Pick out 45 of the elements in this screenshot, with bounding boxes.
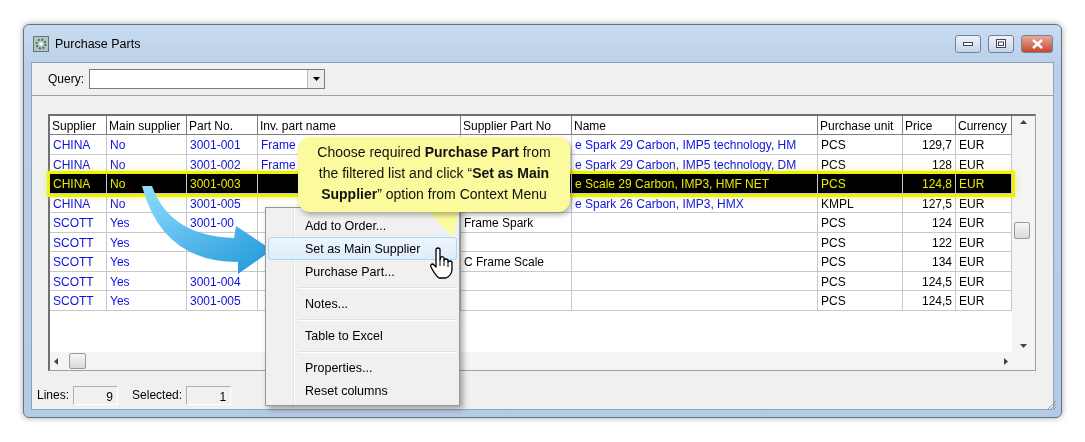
instruction-tooltip: Choose required Purchase Part from the filtered list and click “Set as Main Supplier” option from Context Menu	[298, 137, 570, 212]
table-cell: Yes	[107, 252, 187, 272]
table-cell: 3001-005	[187, 291, 258, 311]
table-cell: 124,5	[903, 271, 956, 291]
table-cell: Frame Spark	[461, 213, 572, 233]
table-cell: PCS	[818, 174, 903, 194]
table-cell: PCS	[818, 291, 903, 311]
lines-count: 9	[73, 385, 119, 405]
table-cell: 124,5	[903, 291, 956, 311]
table-cell: PCS	[818, 271, 903, 291]
table-cell: Yes	[107, 291, 187, 311]
table-cell: 3001-005	[187, 193, 258, 213]
table-cell: e Scale 29 Carbon, IMP3, HMF NET	[572, 174, 818, 194]
selected-label: Selected:	[132, 388, 183, 402]
window-title: Purchase Parts	[55, 36, 142, 51]
table-cell: SCOTT	[50, 232, 107, 252]
table-cell: 3001-001	[187, 135, 258, 155]
table-cell: KMPL	[818, 193, 903, 213]
table-cell: 122	[903, 232, 956, 252]
table-cell: SCOTT	[50, 213, 107, 233]
table-cell: SCOTT	[50, 252, 107, 272]
table-cell: EUR	[956, 174, 1012, 194]
table-cell: 3001-003	[187, 174, 258, 194]
table-cell: 127,5	[903, 193, 956, 213]
table-cell: CHINA	[50, 174, 107, 194]
table-cell: PCS	[818, 232, 903, 252]
table-cell: C Frame Scale	[461, 252, 572, 272]
selected-count: 1	[186, 385, 232, 405]
table-cell: e Spark 29 Carbon, IMP5 technology, HM	[572, 135, 818, 155]
table-cell: PCS	[818, 252, 903, 272]
table-cell: PCS	[818, 213, 903, 233]
table-cell: PCS	[818, 135, 903, 155]
table-cell: No	[107, 135, 187, 155]
table-cell: 124	[903, 213, 956, 233]
table-cell: 134	[903, 252, 956, 272]
table-cell: CHINA	[50, 193, 107, 213]
table-cell: Yes	[107, 271, 187, 291]
table-cell: CHINA	[50, 135, 107, 155]
table-cell: 124,8	[903, 174, 956, 194]
lines-label: Lines:	[37, 388, 70, 402]
table-cell: 129,7	[903, 135, 956, 155]
table-cell: SCOTT	[50, 291, 107, 311]
table-cell: SCOTT	[50, 271, 107, 291]
query-label: Query:	[48, 72, 84, 86]
table-cell: e Spark 26 Carbon, IMP3, HMX	[572, 193, 818, 213]
